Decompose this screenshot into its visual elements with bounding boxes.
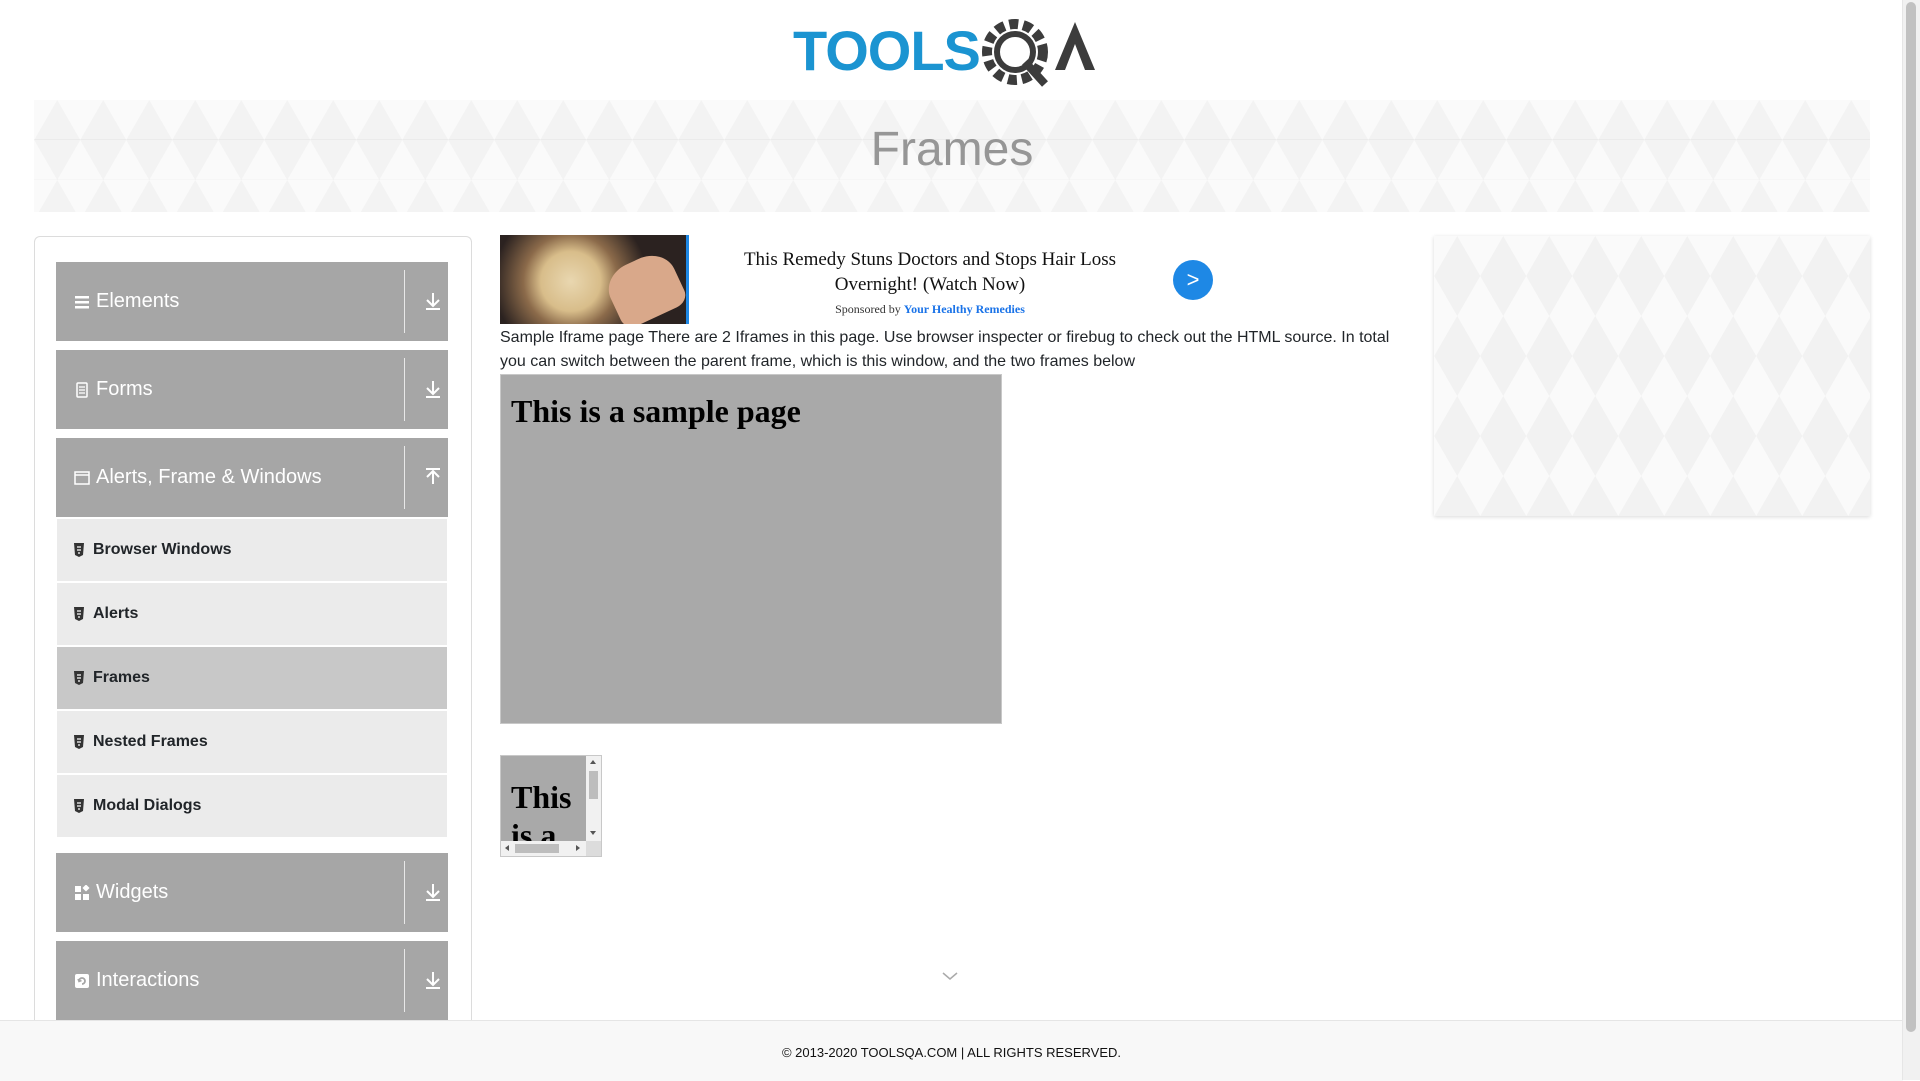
sidebar-item-label: Modal Dialogs bbox=[93, 797, 202, 814]
sidebar-item-modal-dialogs[interactable]: Modal Dialogs bbox=[57, 775, 447, 839]
frames-description: Sample Iframe page There are 2 Iframes i… bbox=[500, 329, 1390, 370]
page-banner: Frames bbox=[34, 100, 1870, 212]
svg-text:TOOLS: TOOLS bbox=[793, 19, 980, 82]
divider bbox=[404, 358, 405, 421]
menu-icon bbox=[75, 295, 89, 308]
window-icon bbox=[74, 470, 90, 485]
sidebar-group-forms[interactable]: Forms bbox=[56, 350, 448, 429]
sidebar-group-label: Widgets bbox=[96, 881, 169, 903]
horizontal-scrollbar[interactable] bbox=[501, 841, 586, 856]
ad-title[interactable]: This Remedy Stuns Doctors and Stops Hair… bbox=[715, 247, 1145, 297]
widgets-icon bbox=[75, 884, 90, 900]
sidebar-item-label: Nested Frames bbox=[93, 733, 208, 750]
ad-image[interactable] bbox=[500, 235, 689, 324]
vertical-scrollbar[interactable] bbox=[586, 756, 601, 841]
interaction-icon bbox=[75, 973, 89, 988]
ad-sponsor-line: Sponsored by Your Healthy Remedies bbox=[835, 302, 1025, 316]
upload-arrow-icon[interactable] bbox=[424, 467, 442, 487]
toolsqa-logo[interactable]: TOOLS bbox=[793, 14, 1115, 90]
html5-icon bbox=[74, 735, 84, 749]
divider bbox=[404, 949, 405, 1012]
page-title: Frames bbox=[870, 123, 1034, 176]
sidebar-item-label: Frames bbox=[93, 669, 150, 686]
chevron-down-icon[interactable] bbox=[942, 970, 958, 982]
sidebar-group-label: Elements bbox=[96, 290, 180, 312]
html5-icon bbox=[74, 543, 84, 557]
sidebar-group-label: Alerts, Frame & Windows bbox=[96, 466, 322, 488]
sidebar-item-nested-frames[interactable]: Nested Frames bbox=[57, 711, 447, 775]
html5-icon bbox=[74, 799, 84, 813]
sidebar-group-alerts-frame-windows[interactable]: Alerts, Frame & Windows bbox=[56, 438, 448, 517]
download-arrow-icon[interactable] bbox=[424, 291, 442, 311]
frame-heading: This is a sample page bbox=[511, 393, 801, 429]
ad-next-button[interactable]: > bbox=[1173, 260, 1213, 300]
sidebar-item-label: Browser Windows bbox=[93, 541, 232, 558]
sponsored-ad[interactable]: This Remedy Stuns Doctors and Stops Hair… bbox=[500, 235, 1215, 324]
footer: © 2013-2020 TOOLSQA.COM | ALL RIGHTS RES… bbox=[0, 1020, 1903, 1081]
copyright-text: © 2013-2020 TOOLSQA.COM | ALL RIGHTS RES… bbox=[781, 1045, 1122, 1060]
divider bbox=[404, 861, 405, 924]
ad-placeholder bbox=[1434, 236, 1870, 516]
header: TOOLS bbox=[0, 0, 1903, 100]
sidebar-item-frames[interactable]: Frames bbox=[57, 647, 447, 711]
download-arrow-icon[interactable] bbox=[424, 882, 442, 902]
download-arrow-icon[interactable] bbox=[424, 970, 442, 990]
html5-icon bbox=[74, 671, 84, 685]
divider bbox=[404, 446, 405, 509]
html5-icon bbox=[74, 607, 84, 621]
sidebar-group-label: Forms bbox=[96, 378, 153, 400]
divider bbox=[404, 270, 405, 333]
sidebar-group-elements[interactable]: Elements bbox=[56, 262, 448, 341]
sidebar-group-widgets[interactable]: Widgets bbox=[56, 853, 448, 932]
iframe-1[interactable]: This is a sample page bbox=[500, 374, 1002, 724]
iframe-2[interactable]: This is a bbox=[500, 755, 602, 857]
sidebar-group-interactions[interactable]: Interactions bbox=[56, 941, 448, 1020]
sidebar-group-label: Interactions bbox=[96, 969, 200, 991]
download-arrow-icon[interactable] bbox=[424, 379, 442, 399]
gear-icon bbox=[982, 19, 1048, 87]
sidebar-item-browser-windows[interactable]: Browser Windows bbox=[57, 519, 447, 583]
sidebar-item-label: Alerts bbox=[93, 605, 139, 622]
page-scrollbar[interactable] bbox=[1902, 0, 1920, 1080]
ad-sponsor-link[interactable]: Your Healthy Remedies bbox=[904, 302, 1025, 316]
sidebar: Elements Forms Alerts, Frame & Windows B… bbox=[34, 236, 472, 1081]
sidebar-item-alerts[interactable]: Alerts bbox=[57, 583, 447, 647]
form-icon bbox=[76, 381, 88, 398]
